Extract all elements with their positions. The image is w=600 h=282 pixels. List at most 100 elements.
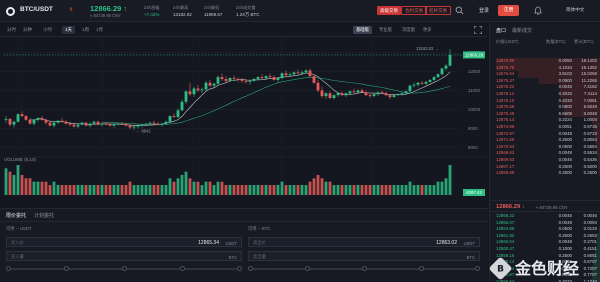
bid-row[interactable]: 12861.92 0.2500 0.2653 [490, 232, 600, 240]
ask-row[interactable]: 12869.92 0.0048 0.5534 [490, 150, 600, 157]
ask-row[interactable]: 12875.49 5.5609 6.6048 [490, 110, 600, 118]
margin-trade-button[interactable]: 杠杆交易 [425, 6, 451, 15]
bid-total: 0.0046 [583, 213, 597, 218]
candlestick-chart[interactable]: 13000120001100010000900080006月7月8月9月10月1… [0, 37, 488, 197]
slider-stop[interactable] [180, 266, 185, 271]
sell-price-input[interactable]: 卖出价 12863.02 USDT [248, 237, 480, 247]
ask-row[interactable]: 12867.17 0.2500 0.5000 [490, 163, 600, 171]
slider-stop[interactable] [64, 266, 69, 271]
ask-row[interactable]: 12876.12 0.4033 7.4114 [490, 91, 600, 98]
view-pro-button[interactable]: 专业版 [376, 26, 395, 34]
tab-orderbook[interactable]: 盘口 [496, 27, 506, 34]
candle-body [64, 121, 68, 124]
timeframe-option[interactable]: 分钟 [20, 26, 35, 34]
timeframe-option[interactable]: 1周 [79, 26, 92, 34]
fullscreen-icon[interactable] [474, 26, 482, 34]
contract-trade-button[interactable]: 合约交易 [401, 6, 427, 15]
volume-bar [12, 175, 16, 195]
volume-bar [308, 181, 312, 195]
candle-body [232, 78, 236, 79]
sell-ratio-slider[interactable] [248, 266, 480, 271]
ask-row[interactable]: 12876.22 0.0048 7.4162 [490, 84, 600, 91]
view-basic-button[interactable]: 基础版 [353, 26, 372, 34]
mid-price: 12866.29 ↓ [496, 204, 525, 210]
tab-plan-order[interactable]: 计划委托 [34, 212, 54, 219]
pair-dropdown-icon[interactable]: ⇅ [69, 7, 73, 13]
volume-bar [20, 175, 24, 195]
ask-row[interactable]: 12876.64 3.8103 15.0268 [490, 71, 600, 78]
ask-price: 12867.17 [496, 163, 515, 169]
slider-stop[interactable] [6, 266, 11, 271]
bell-icon[interactable] [534, 6, 542, 15]
ask-price: 12876.22 [496, 84, 515, 90]
buy-amount-input[interactable]: 买入量 BTC [6, 251, 242, 261]
tab-limit-order[interactable]: 限价委托 [6, 212, 26, 219]
tab-latest-trades[interactable]: 最新成交 [512, 27, 532, 34]
ask-row[interactable]: 12876.37 0.0900 11.2265 [490, 77, 600, 85]
view-more-button[interactable]: 更多 [420, 26, 435, 34]
volume-bar [188, 178, 192, 195]
candle-body [148, 122, 152, 124]
volume-bar [384, 185, 388, 195]
volume-bar [8, 171, 12, 195]
ask-row[interactable]: 12875.14 0.2224 1.0004 [490, 117, 600, 124]
advanced-trade-button[interactable]: 高级交易 [377, 6, 401, 15]
last-price-cny: ≈ 84739.95 CNY [90, 13, 121, 18]
buy-price-input[interactable]: 买入价 12865.34 USDT [6, 237, 242, 247]
ask-depth-bar [596, 150, 600, 157]
view-depth-button[interactable]: 深度图 [399, 26, 418, 34]
sell-amount-input[interactable]: 卖出量 BTC [248, 251, 480, 261]
slider-stop[interactable] [362, 266, 367, 271]
slider-stop[interactable] [122, 266, 127, 271]
col-header-amount: 数量(BTC) [546, 39, 566, 44]
volume-bar [212, 185, 216, 195]
bid-row[interactable]: 12860.47 0.1000 0.4151 [490, 246, 600, 253]
buy-ratio-slider[interactable] [6, 266, 242, 271]
slider-stop[interactable] [475, 266, 480, 271]
ask-row[interactable]: 12876.75 4.1034 19.1352 [490, 64, 600, 72]
sell-price-unit: USDT [463, 240, 475, 246]
candle-body [172, 116, 176, 117]
min-price-label: ← 8842 [136, 128, 151, 133]
timeframe-option[interactable]: 分时 [4, 26, 19, 34]
volume-bar [356, 185, 360, 195]
ask-row[interactable]: 12875.58 0.0800 6.6048 [490, 104, 600, 111]
ask-row[interactable]: 12871.59 0.2500 0.8084 [490, 137, 600, 144]
language-selector[interactable]: 简体中文 [566, 7, 584, 13]
volume-bar [4, 168, 8, 195]
candle-body [128, 125, 132, 128]
candle-body [124, 124, 128, 126]
stat-change-label: 24h涨幅 [144, 5, 160, 10]
register-button[interactable]: 注册 [498, 5, 519, 16]
volume-bar [128, 181, 132, 195]
bid-row[interactable]: 12866.07 0.0048 0.0094 [490, 219, 600, 227]
timeframe-option[interactable]: 小时 [40, 26, 55, 34]
ask-row[interactable]: 12876.90 0.0050 19.1402 [490, 58, 600, 65]
search-icon[interactable] [455, 6, 464, 15]
volume-bar [148, 185, 152, 195]
pair-name[interactable]: BTC/USDT [20, 6, 53, 13]
login-link[interactable]: 登录 [479, 7, 489, 14]
slider-stop[interactable] [419, 266, 424, 271]
ask-row[interactable]: 12866.89 0.2500 0.2500 [490, 170, 600, 177]
bid-row[interactable]: 12860.64 0.0048 0.2701 [490, 239, 600, 246]
slider-stop[interactable] [305, 266, 310, 271]
bid-row[interactable]: 12866.22 0.0046 0.0046 [490, 213, 600, 220]
bid-price: 12860.47 [496, 246, 515, 251]
volume-bar [272, 185, 276, 195]
timeframe-option-active[interactable]: 1天 [62, 26, 76, 34]
ask-row[interactable]: 12870.53 0.0500 0.5584 [490, 143, 600, 151]
candle-body [4, 118, 8, 120]
ask-row[interactable]: 12872.97 0.0048 0.8723 [490, 130, 600, 138]
bid-row[interactable]: 12864.86 0.0500 0.0133 [490, 226, 600, 233]
volume-bar [112, 185, 116, 195]
slider-stop[interactable] [248, 266, 253, 271]
timeframe-option[interactable]: 1月 [93, 26, 106, 34]
volume-bar [368, 185, 372, 195]
ask-row[interactable]: 12869.63 0.0046 0.5436 [490, 157, 600, 164]
slider-stop[interactable] [237, 266, 242, 271]
candle-body [212, 83, 216, 86]
ask-row[interactable]: 12874.98 0.0051 0.8735 [490, 124, 600, 131]
volume-bar [372, 185, 376, 195]
ask-row[interactable]: 12876.10 0.4033 7.0081 [490, 97, 600, 105]
